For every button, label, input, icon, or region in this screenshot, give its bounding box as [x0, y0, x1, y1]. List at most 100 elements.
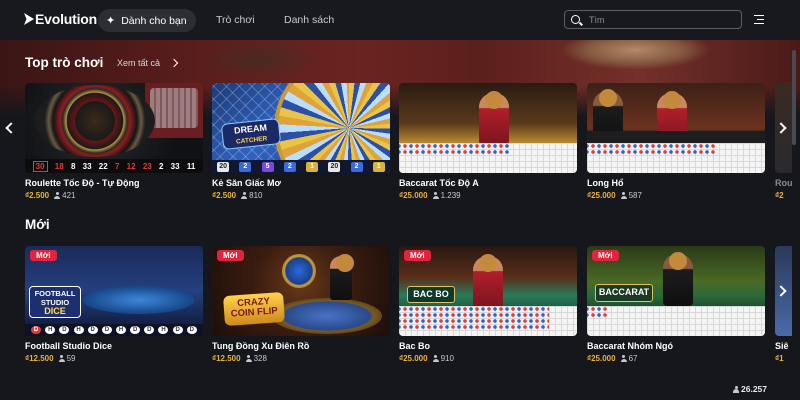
result-number: 30: [32, 160, 48, 172]
carousel-next-arrow-icon[interactable]: [775, 276, 789, 306]
game-title: Baccarat Tốc Độ A: [399, 178, 479, 188]
result-number: 12: [126, 161, 136, 171]
game-thumbnail[interactable]: 30 18 8 33 22 7 12 23 2 33 11: [25, 83, 203, 173]
search-box[interactable]: [564, 10, 742, 29]
game-title: Roulette Tốc Độ - Tự Động: [25, 178, 140, 188]
result-number: 11: [186, 161, 196, 171]
result-chip: D: [186, 326, 197, 334]
football-studio-dice-logo: FOOTBALL STUDIO DICE: [29, 286, 81, 318]
game-title: Long Hổ: [587, 178, 624, 188]
game-thumbnail[interactable]: [399, 83, 577, 173]
user-icon: [432, 192, 439, 199]
result-chip: D: [130, 326, 141, 334]
game-thumbnail[interactable]: FOOTBALL STUDIO DICE Mới D H D H D D H D…: [25, 246, 203, 336]
result-number: 7: [114, 161, 120, 171]
carousel-next-arrow-icon[interactable]: [775, 113, 789, 143]
lobby-page: Evolution ✦ Dành cho bạn Trò chơi Danh s…: [0, 0, 800, 400]
result-number: 22: [98, 161, 108, 171]
game-title: Football Studio Dice: [25, 341, 112, 351]
game-title: Kẻ Săn Giấc Mơ: [212, 178, 281, 188]
see-all-link[interactable]: Xem tất cả: [117, 58, 160, 68]
user-icon: [733, 385, 739, 393]
user-icon: [54, 192, 61, 199]
section-title-new-games: Mới: [25, 217, 50, 232]
nav-tab-lists[interactable]: Danh sách: [284, 14, 334, 26]
menu-icon[interactable]: [754, 15, 764, 24]
player-count: 587: [628, 191, 642, 200]
result-chip: 2: [350, 161, 363, 172]
evolution-logo[interactable]: Evolution: [24, 11, 97, 27]
user-icon: [58, 355, 65, 362]
result-chip: H: [158, 326, 169, 334]
min-bet: ₫25.000: [399, 191, 428, 200]
crazy-coin-flip-logo: CRAZY COIN FLIP: [223, 291, 285, 327]
page-scrollbar[interactable]: [791, 40, 797, 400]
result-number: 2: [158, 161, 164, 171]
game-thumbnail[interactable]: [587, 83, 765, 173]
result-number: 23: [142, 161, 152, 171]
game-card[interactable]: Siê ₫1: [775, 246, 792, 366]
dealer-image: [330, 254, 354, 300]
logo-line: DICE: [44, 306, 66, 316]
recent-results: D H D H D D H D D H D D: [25, 324, 203, 336]
game-card[interactable]: DREAM CATCHER 20 2 5 2 1 20 2 1 Kẻ Săn G…: [212, 83, 390, 200]
game-thumbnail[interactable]: BAC BO Mới: [399, 246, 577, 336]
new-badge: Mới: [217, 250, 244, 261]
sparkle-icon: ✦: [106, 15, 116, 27]
scoreboard-road: [399, 143, 577, 173]
user-icon: [620, 355, 627, 362]
min-bet: ₫12.500: [212, 354, 241, 363]
nav-tab-for-you[interactable]: ✦ Dành cho bạn: [98, 9, 196, 32]
min-bet: ₫2.500: [212, 191, 237, 200]
game-meta: ₫12.500 59: [25, 354, 75, 363]
new-badge: Mới: [30, 250, 57, 261]
scoreboard-road: [587, 306, 765, 336]
result-chip: 20: [328, 161, 341, 172]
nav-tab-games[interactable]: Trò chơi: [216, 14, 255, 26]
bac-bo-logo: BAC BO: [407, 286, 455, 303]
result-chip: H: [116, 326, 127, 334]
result-chip: 2: [239, 161, 252, 172]
carousel-prev-arrow-icon[interactable]: [2, 113, 16, 143]
game-thumbnail[interactable]: BACCARAT Mới: [587, 246, 765, 336]
min-bet: ₫2: [775, 191, 784, 200]
user-icon: [245, 355, 252, 362]
game-meta: ₫2.500 421: [25, 191, 75, 200]
game-card[interactable]: CRAZY COIN FLIP Mới Tung Đồng Xu Điên Rồ…: [212, 246, 390, 363]
game-card[interactable]: Baccarat Tốc Độ A ₫25.000 1.239: [399, 83, 577, 200]
min-bet: ₫25.000: [399, 354, 428, 363]
scrollbar-thumb[interactable]: [792, 50, 796, 145]
game-thumbnail[interactable]: DREAM CATCHER 20 2 5 2 1 20 2 1: [212, 83, 390, 173]
game-card[interactable]: FOOTBALL STUDIO DICE Mới D H D H D D H D…: [25, 246, 203, 363]
user-icon: [241, 192, 248, 199]
result-chip: D: [59, 326, 70, 334]
game-card[interactable]: 30 18 8 33 22 7 12 23 2 33 11 Roulette T…: [25, 83, 203, 200]
player-count: 421: [62, 191, 76, 200]
search-input[interactable]: [589, 14, 739, 25]
game-title: Bac Bo: [399, 341, 431, 351]
logo-line: FOOTBALL: [34, 289, 76, 298]
game-title: Siê: [775, 341, 789, 351]
result-chip: 20: [217, 161, 230, 172]
baccarat-logo: BACCARAT: [595, 284, 653, 302]
game-card[interactable]: Long Hổ ₫25.000 587: [587, 83, 765, 200]
total-players: 26.257: [733, 384, 767, 394]
game-card[interactable]: BAC BO Mới Bac Bo ₫25.000 910: [399, 246, 577, 363]
player-count: 328: [253, 354, 267, 363]
evolution-logo-icon: [24, 13, 34, 25]
logo-line: FLIP: [256, 305, 279, 318]
result-number: 33: [170, 161, 180, 171]
game-meta: ₫25.000 67: [587, 354, 637, 363]
recent-numbers: 30 18 8 33 22 7 12 23 2 33 11: [25, 159, 203, 173]
dealer-image: [473, 254, 503, 308]
nav-tab-label: Dành cho bạn: [121, 14, 187, 27]
user-icon: [432, 355, 439, 362]
game-card[interactable]: Rou ₫2: [775, 83, 792, 203]
game-card[interactable]: BACCARAT Mới Baccarat Nhóm Ngó ₫25.000 6…: [587, 246, 765, 363]
game-title: Tung Đồng Xu Điên Rồ: [212, 341, 310, 351]
game-thumbnail[interactable]: CRAZY COIN FLIP Mới: [212, 246, 390, 336]
game-title: Rou: [775, 178, 792, 188]
roulette-wheel-image: [35, 85, 155, 157]
result-chip: 1: [372, 161, 385, 172]
game-title: Baccarat Nhóm Ngó: [587, 341, 674, 351]
